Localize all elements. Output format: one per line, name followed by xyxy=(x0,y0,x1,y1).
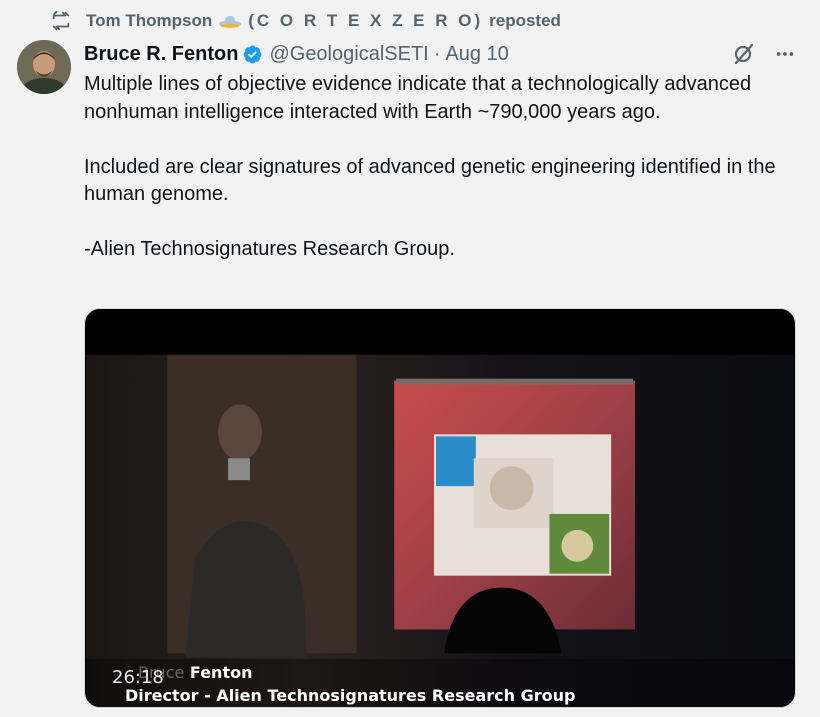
caption-name-faint: Bruce xyxy=(138,663,185,682)
tweet-header: Bruce R. Fenton @GeologicalSETI · Aug 10 xyxy=(84,40,800,68)
post-date[interactable]: Aug 10 xyxy=(445,43,508,66)
repost-icon xyxy=(50,10,72,32)
verified-badge-icon xyxy=(242,44,263,65)
author-name[interactable]: Bruce R. Fenton xyxy=(84,43,238,66)
header-actions xyxy=(732,40,796,68)
video-player[interactable]: 26:18 Bruce Fenton Director - Alien Tech… xyxy=(84,308,796,708)
grok-icon[interactable] xyxy=(732,42,756,66)
tweet-text: Multiple lines of objective evidence ind… xyxy=(84,73,776,260)
caption-name-text: Fenton xyxy=(189,663,253,682)
caption-name: Bruce Fenton xyxy=(138,663,252,682)
repost-user-name[interactable]: Tom Thompson xyxy=(86,11,212,31)
repost-user-tag[interactable]: (C O R T E X Z E R O) xyxy=(248,11,483,31)
separator-dot: · xyxy=(433,42,441,65)
author-handle[interactable]: @GeologicalSETI xyxy=(269,43,428,66)
flying-saucer-icon xyxy=(218,14,242,28)
caption-title: Director - Alien Technosignatures Resear… xyxy=(125,686,576,705)
repost-action: reposted xyxy=(489,11,561,30)
avatar[interactable] xyxy=(17,40,71,94)
more-options-icon[interactable] xyxy=(774,43,796,65)
repost-header: Tom Thompson (C O R T E X Z E R O) repos… xyxy=(50,9,561,33)
video-frame xyxy=(85,309,795,707)
